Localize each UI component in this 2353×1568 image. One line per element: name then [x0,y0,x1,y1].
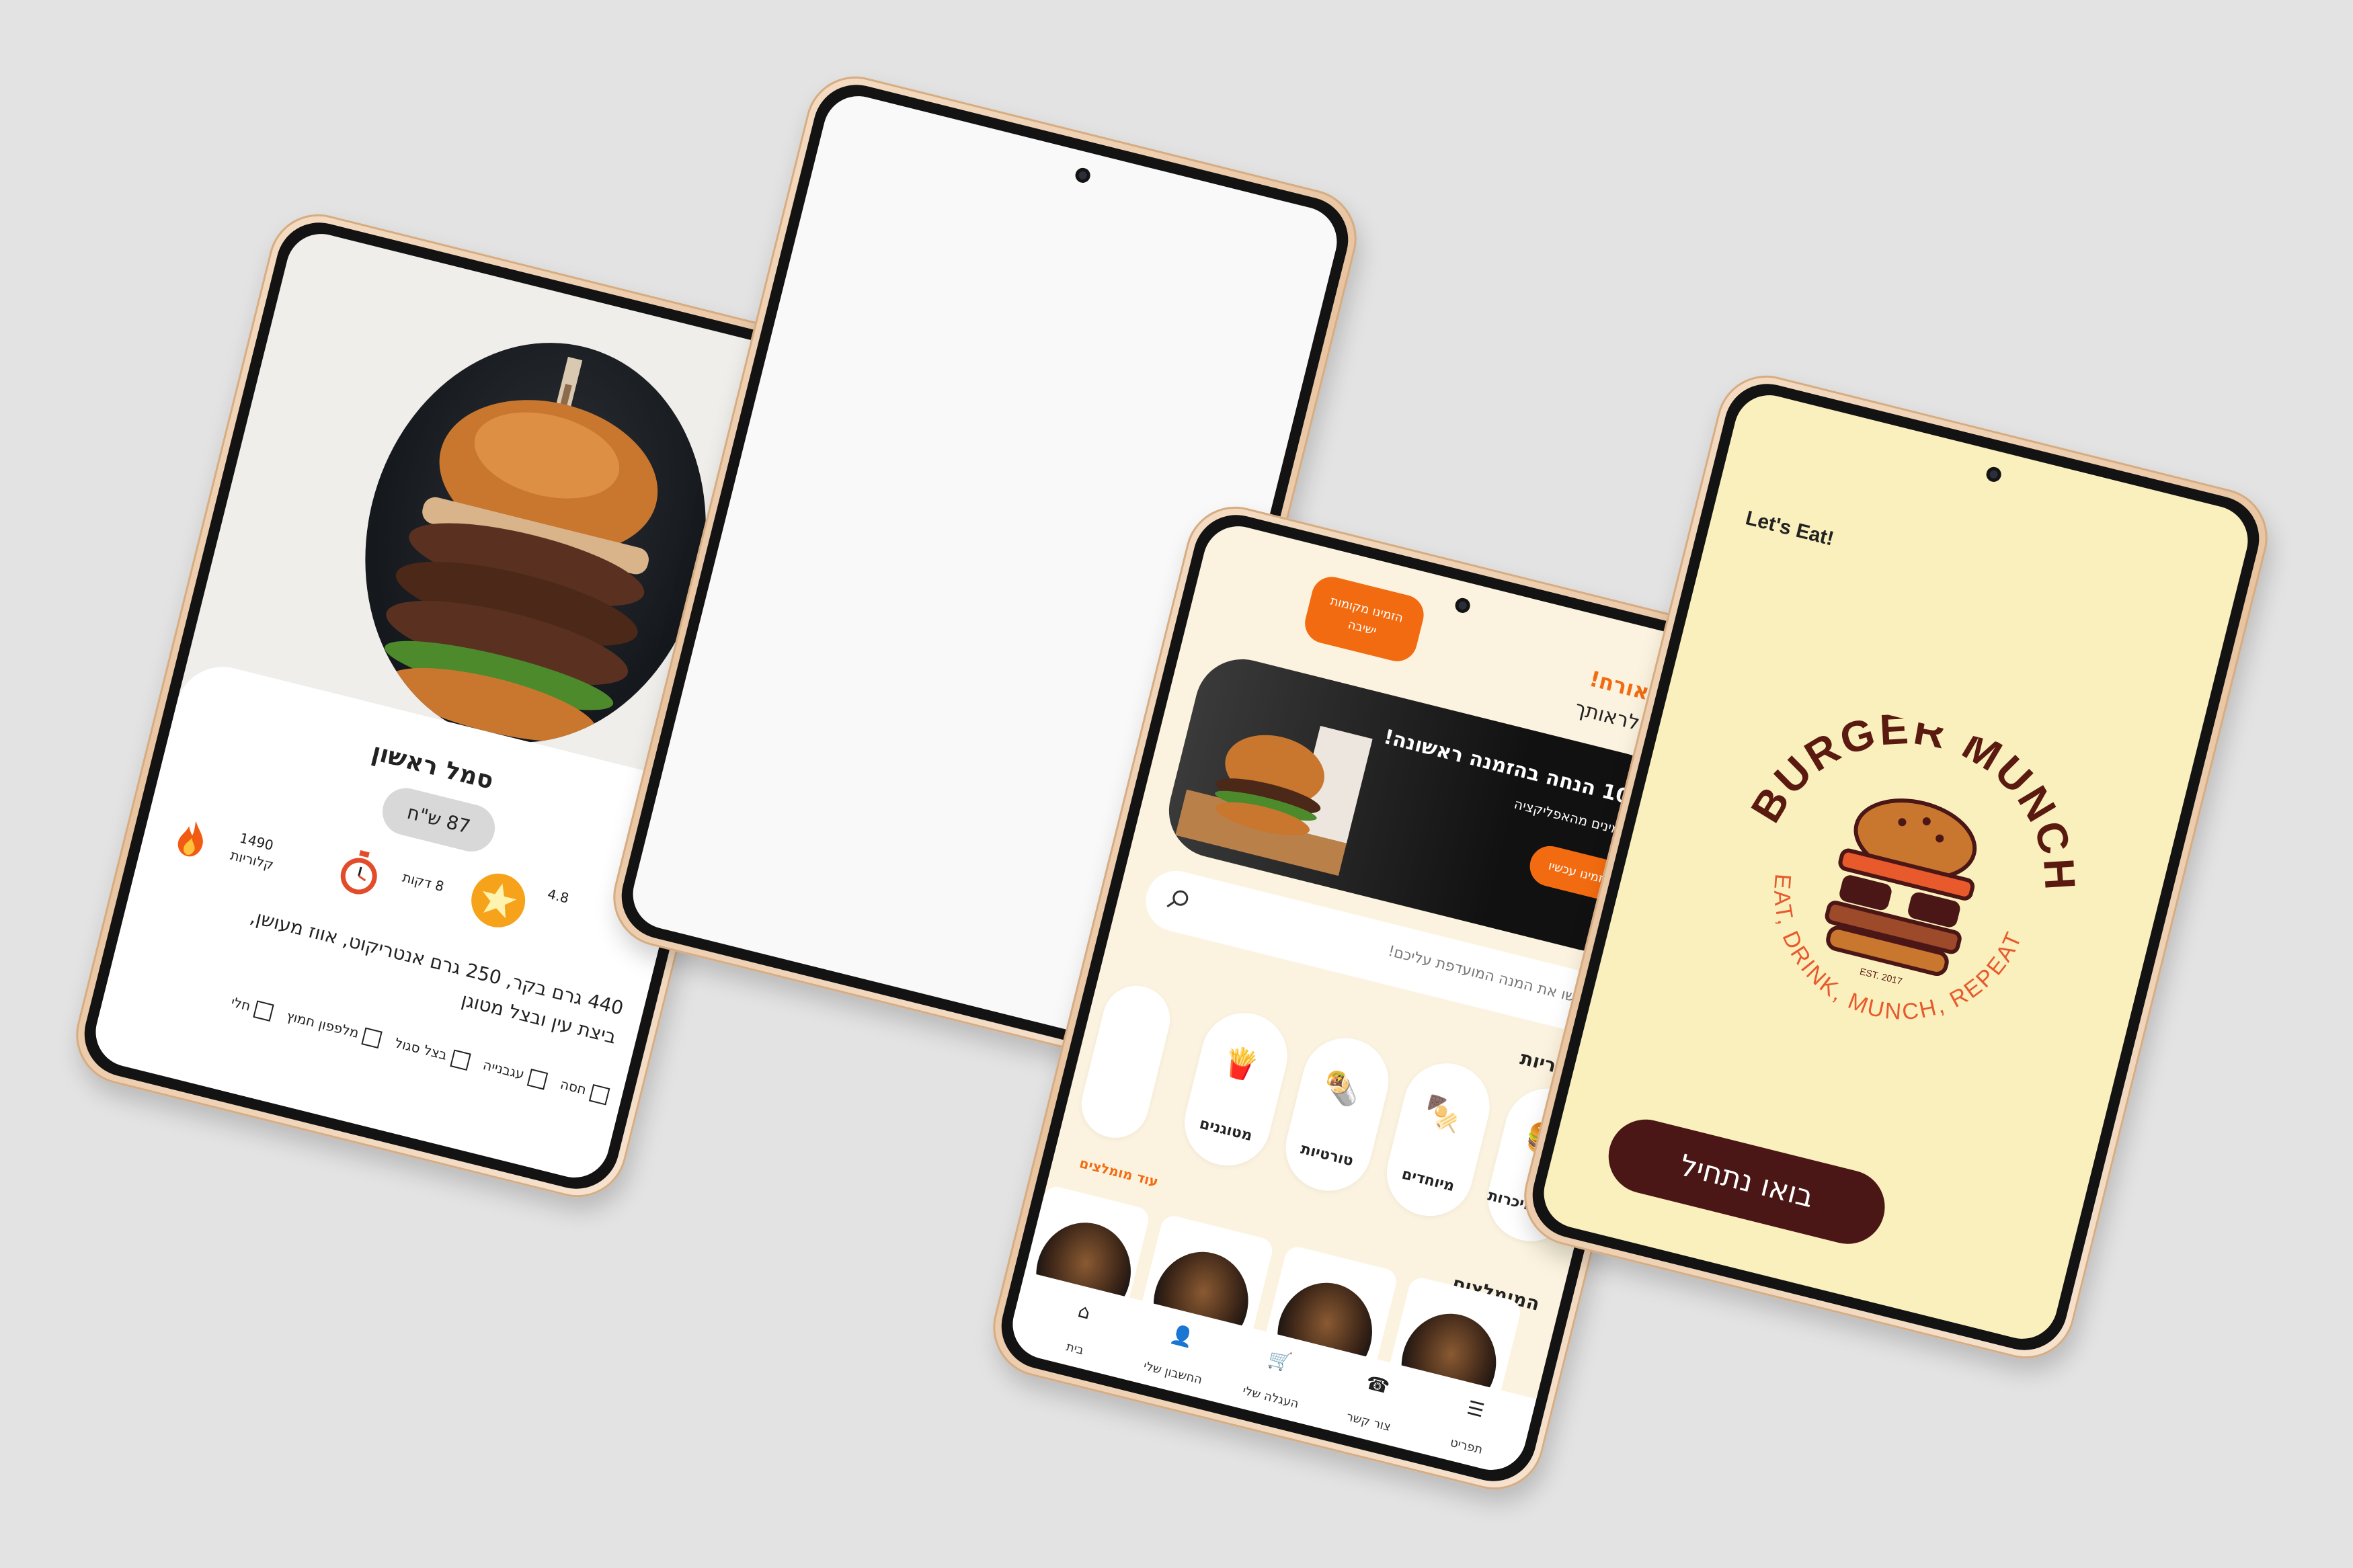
category-fried[interactable]: 🍟 מטוגנים [1175,1003,1297,1175]
option-lettuce[interactable]: חסה [558,1076,610,1106]
lets-eat-label: Let's Eat! [1743,507,1836,550]
wrap-icon: 🌯 [1319,1067,1364,1110]
stat-time: 8 דקות [401,868,446,895]
svg-text:EST. 2017: EST. 2017 [1859,966,1904,987]
option-tomato[interactable]: עגבנייה [481,1057,549,1090]
camera-icon [1985,465,2003,484]
price-badge: 87 ש"ח [377,783,500,857]
checkbox[interactable] [589,1083,610,1106]
category-more[interactable] [1074,979,1177,1145]
category-tortillas[interactable]: 🌯 טורטיות [1276,1029,1398,1200]
option-chili[interactable]: חלי [229,994,275,1022]
search-icon [1164,885,1193,915]
detail-card: סמל ראשון 87 ש"ח 1490 קלוריות 8 דקות 4.8… [88,657,700,1185]
star-icon [465,868,531,934]
checkbox[interactable] [253,1000,275,1022]
checkbox[interactable] [449,1048,471,1071]
order-seats-button[interactable]: הזמינו מקומות ישיבה [1300,573,1428,666]
burger-munch-logo: BURGER MUNCH EAT, DRINK, MUNCH, REPEAT E… [1738,683,2119,1053]
promo-burger-image [1175,726,1373,876]
fire-icon [167,813,216,862]
checkbox[interactable] [526,1068,549,1090]
camera-icon [1074,166,1092,185]
camera-icon [1453,596,1472,615]
fries-icon: 🍟 [1218,1042,1263,1085]
splash-screen: Let's Eat! BURGER MUNCH EAT, DRINK, MUNC… [1536,388,2256,1346]
search-placeholder: חפשו את המנה המועדפת עליכם! [1386,942,1596,1011]
option-red-onion[interactable]: בצל סגול [393,1034,471,1071]
stopwatch-icon [331,844,389,901]
more-recommended-link[interactable]: עוד מומלצים [1078,1155,1160,1190]
kebab-icon: 🍢 [1421,1093,1465,1136]
checkbox[interactable] [361,1027,383,1048]
category-specials[interactable]: 🍢 מיוחדים [1378,1054,1499,1225]
phone-splash: Let's Eat! BURGER MUNCH EAT, DRINK, MUNC… [1513,365,2278,1369]
phone-bezel: Let's Eat! BURGER MUNCH EAT, DRINK, MUNC… [1523,374,2268,1360]
stat-rating: 4.8 [546,885,571,907]
start-button[interactable]: בואו נתחיל [1601,1112,1893,1252]
option-pickle[interactable]: מלפפון חמוץ [284,1007,383,1048]
